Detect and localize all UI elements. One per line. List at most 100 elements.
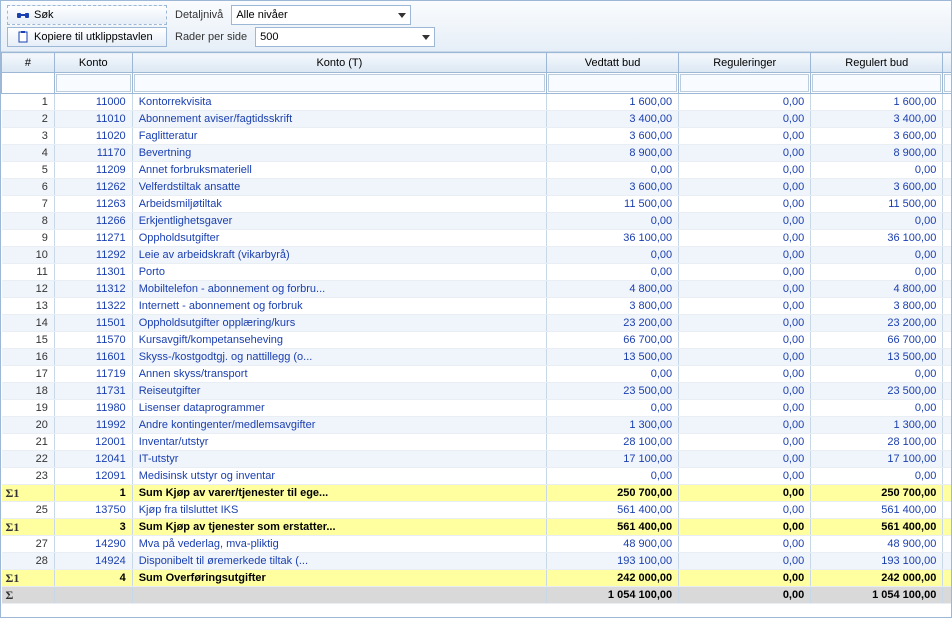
cell: 0,00 xyxy=(679,247,811,264)
table-row[interactable]: 1411501Oppholdsutgifter opplæring/kurs23… xyxy=(2,315,952,332)
table-row[interactable]: 1911980Lisenser dataprogrammer0,000,000,… xyxy=(2,400,952,417)
cell: 0,00 xyxy=(679,94,811,111)
cell: Mva på vederlag, mva-pliktig xyxy=(132,536,546,553)
cell: 11170 xyxy=(54,145,132,162)
col-reguleringer[interactable]: Reguleringer xyxy=(679,53,811,73)
cell: 0,00 xyxy=(679,230,811,247)
cell: Mobiltelefon - abonnement og forbru... xyxy=(132,281,546,298)
copy-label: Kopiere til utklippstavlen xyxy=(34,31,153,43)
table-row[interactable]: 1011292Leie av arbeidskraft (vikarbyrå)0… xyxy=(2,247,952,264)
cell: Kursavgift/kompetanseheving xyxy=(132,332,546,349)
data-grid[interactable]: # Konto Konto (T) Vedtatt bud Regulering… xyxy=(1,52,951,618)
level-select[interactable]: Alle nivåer xyxy=(231,5,411,25)
cell: 10 xyxy=(2,247,55,264)
cell: 8 800,00 xyxy=(943,247,951,264)
cell: 193 100,00 xyxy=(811,553,943,570)
cell: 23 500,00 xyxy=(811,383,943,400)
table-row[interactable]: 911271Oppholdsutgifter36 100,000,0036 10… xyxy=(2,230,952,247)
cell: 887 996,22 xyxy=(943,587,951,604)
cell: 11 500,00 xyxy=(547,196,679,213)
clipboard-icon xyxy=(16,30,30,44)
cell: 3 600,00 xyxy=(811,179,943,196)
cell: 0,00 xyxy=(679,315,811,332)
cell: 250 700,00 xyxy=(547,485,679,502)
cell: 17 100,00 xyxy=(547,451,679,468)
search-button[interactable]: Søk xyxy=(7,5,167,25)
table-row[interactable]: 2814924Disponibelt til øremerkede tiltak… xyxy=(2,553,952,570)
cell: Faglitteratur xyxy=(132,128,546,145)
table-row[interactable]: 2714290Mva på vederlag, mva-pliktig48 90… xyxy=(2,536,952,553)
table-row[interactable]: Σ14Sum Overføringsutgifter242 000,000,00… xyxy=(2,570,952,587)
cell: 561 400,00 xyxy=(811,519,943,536)
cell: 11501 xyxy=(54,315,132,332)
cell: 5 440,00 xyxy=(943,162,951,179)
col-vedtatt[interactable]: Vedtatt bud xyxy=(547,53,679,73)
cell: 4 xyxy=(54,570,132,587)
cell: 66 700,00 xyxy=(811,332,943,349)
filter-vedtatt[interactable] xyxy=(548,74,677,92)
table-row[interactable]: 411170Bevertning8 900,000,008 900,006 24… xyxy=(2,145,952,162)
cell: Arbeidsmiljøtiltak xyxy=(132,196,546,213)
cell: 11719 xyxy=(54,366,132,383)
cell: 193 100,00 xyxy=(547,553,679,570)
header-row: # Konto Konto (T) Vedtatt bud Regulering… xyxy=(2,53,952,73)
table-row[interactable]: 111000Kontorrekvisita1 600,000,001 600,0… xyxy=(2,94,952,111)
cell: 0,00 xyxy=(811,247,943,264)
table-row[interactable]: 611262Velferdstiltak ansatte3 600,000,00… xyxy=(2,179,952,196)
filter-regnskap[interactable] xyxy=(944,74,951,92)
cell: 19 xyxy=(2,400,55,417)
table-row[interactable]: 311020Faglitteratur3 600,000,003 600,000… xyxy=(2,128,952,145)
table-row[interactable]: 1111301Porto0,000,000,001 275,50-1 275,5… xyxy=(2,264,952,281)
table-row[interactable]: 1511570Kursavgift/kompetanseheving66 700… xyxy=(2,332,952,349)
cell: 0,00 xyxy=(547,264,679,281)
cell: 25 xyxy=(2,502,55,519)
col-konto[interactable]: Konto xyxy=(54,53,132,73)
cell: 0,00 xyxy=(679,264,811,281)
col-idx[interactable]: # xyxy=(2,53,55,73)
table-row[interactable]: 2513750Kjøp fra tilsluttet IKS561 400,00… xyxy=(2,502,952,519)
table-row[interactable]: 2011992Andre kontingenter/medlemsavgifte… xyxy=(2,417,952,434)
table-row[interactable]: 1211312Mobiltelefon - abonnement og forb… xyxy=(2,281,952,298)
cell: 11266 xyxy=(54,213,132,230)
cell: 12001 xyxy=(54,434,132,451)
filter-regulert[interactable] xyxy=(812,74,941,92)
table-row[interactable]: 1811731Reiseutgifter23 500,000,0023 500,… xyxy=(2,383,952,400)
cell: IT-utstyr xyxy=(132,451,546,468)
table-row[interactable]: 1311322Internett - abonnement og forbruk… xyxy=(2,298,952,315)
table-row[interactable]: 1711719Annen skyss/transport0,000,000,00… xyxy=(2,366,952,383)
cell: Σ xyxy=(2,587,55,604)
table-row[interactable]: 2212041IT-utstyr17 100,000,0017 100,000,… xyxy=(2,451,952,468)
cell: 0,00 xyxy=(679,128,811,145)
col-regulert[interactable]: Regulert bud xyxy=(811,53,943,73)
col-regnskap[interactable]: Regnskap xyxy=(943,53,951,73)
cell: 6 xyxy=(2,179,55,196)
cell: 1 600,00 xyxy=(547,94,679,111)
cell: 0,00 xyxy=(547,400,679,417)
table-row[interactable]: 511209Annet forbruksmateriell0,000,000,0… xyxy=(2,162,952,179)
filter-kontot[interactable] xyxy=(134,74,545,92)
cell: 0,00 xyxy=(811,468,943,485)
cell: 1 275,50 xyxy=(943,264,951,281)
table-row[interactable]: Σ11Sum Kjøp av varer/tjenester til ege..… xyxy=(2,485,952,502)
table-row[interactable]: 2312091Medisinsk utstyr og inventar0,000… xyxy=(2,468,952,485)
table-row[interactable]: 2112001Inventar/utstyr28 100,000,0028 10… xyxy=(2,434,952,451)
cell: Kontorrekvisita xyxy=(132,94,546,111)
table-row[interactable]: 1611601Skyss-/kostgodtgj. og nattillegg … xyxy=(2,349,952,366)
table-row[interactable]: 711263Arbeidsmiljøtiltak11 500,000,0011 … xyxy=(2,196,952,213)
table-row[interactable]: 211010Abonnement aviser/fagtidsskrift3 4… xyxy=(2,111,952,128)
table-row[interactable]: Σ1 054 100,000,001 054 100,00887 996,221… xyxy=(2,587,952,604)
table-row[interactable]: Σ13Sum Kjøp av tjenester som erstatter..… xyxy=(2,519,952,536)
copy-button[interactable]: Kopiere til utklippstavlen xyxy=(7,27,167,47)
cell: 1 xyxy=(2,94,55,111)
cell: 7 174,00 xyxy=(943,536,951,553)
cell: 13 500,00 xyxy=(811,349,943,366)
filter-konto[interactable] xyxy=(56,74,131,92)
table-row[interactable]: 811266Erkjentlighetsgaver0,000,000,005 0… xyxy=(2,213,952,230)
col-kontot[interactable]: Konto (T) xyxy=(132,53,546,73)
filter-reguleringer[interactable] xyxy=(680,74,809,92)
cell: 561 400,00 xyxy=(547,519,679,536)
cell: Sum Overføringsutgifter xyxy=(132,570,546,587)
cell: 0,00 xyxy=(679,366,811,383)
cell: 15 xyxy=(2,332,55,349)
rpp-select[interactable]: 500 xyxy=(255,27,435,47)
